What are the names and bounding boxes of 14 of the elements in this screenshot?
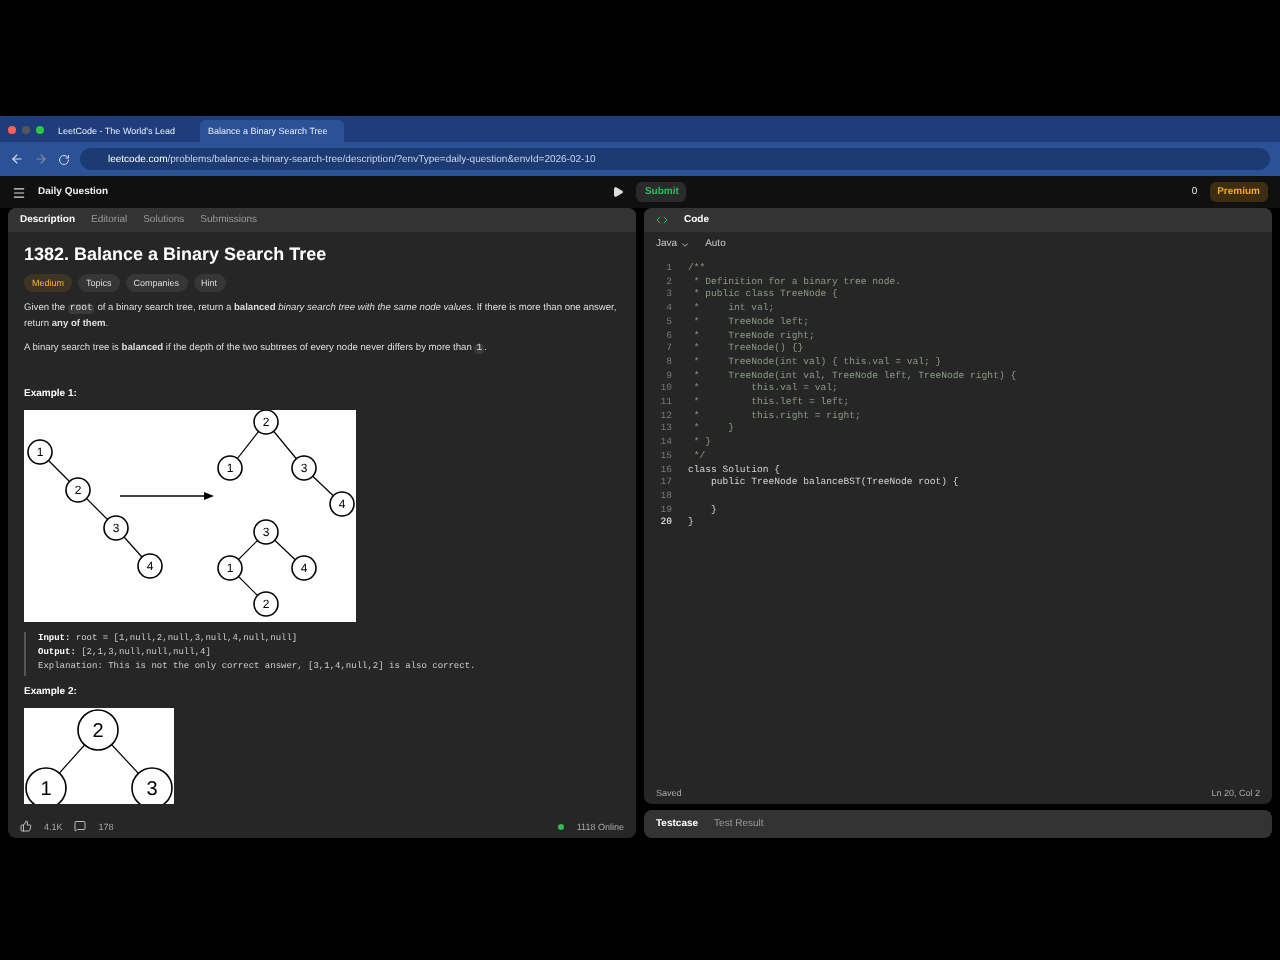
menu-icon[interactable] [12, 185, 26, 199]
comment-icon[interactable] [74, 820, 87, 832]
tree-node: 1 [25, 766, 67, 804]
tree-node: 2 [77, 708, 119, 750]
code-icon [656, 214, 668, 226]
tree-node: 3 [131, 766, 173, 804]
arrow-drawing [119, 492, 214, 501]
problem-title: 1382. Balance a Binary Search Tree [24, 244, 329, 264]
reload-icon[interactable] [58, 153, 70, 165]
thumbs-up-icon[interactable] [20, 820, 32, 832]
play-icon[interactable] [612, 186, 625, 198]
back-icon[interactable] [10, 152, 24, 166]
online-dot-icon [558, 823, 565, 829]
chevron-down-icon [679, 239, 690, 249]
